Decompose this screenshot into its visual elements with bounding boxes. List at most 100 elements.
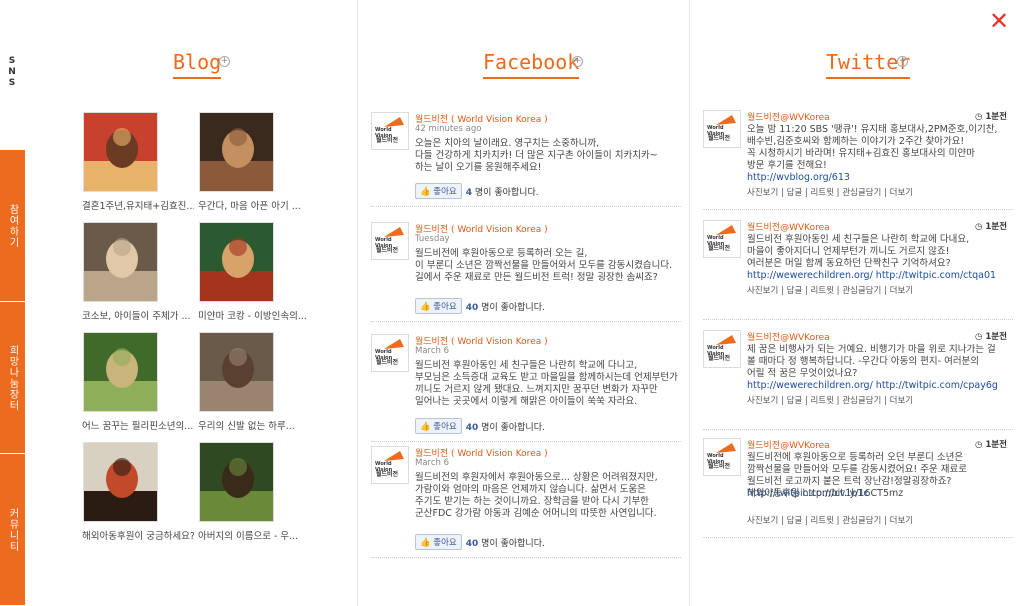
blog-more-icon[interactable]: + [219, 56, 230, 67]
tweet-actions: 사진보기 | 답글 | 리트윗 | 관심글담기 | 더보기 [747, 286, 914, 296]
tweet-link[interactable]: http://wvblog.org/613 [747, 172, 1009, 184]
post-time: 42 minutes ago [415, 124, 482, 134]
sidebar-tab-hope-market[interactable]: 희망나눔장터 [0, 302, 25, 454]
worldvision-logo: World Vision 월드비전 [371, 446, 409, 484]
tweet-link[interactable]: http://wewerechildren.org/ http://twitpi… [747, 380, 1009, 392]
blog-thumbnail[interactable] [199, 442, 274, 522]
worldvision-logo: World Vision 월드비전 [371, 222, 409, 260]
facebook-post: World Vision 월드비전 월드비전 ( World Vision Kor… [371, 334, 681, 442]
tweet-action[interactable]: 사진보기 [747, 286, 778, 296]
like-count: 40 명이 좋아합니다. [465, 538, 545, 549]
blog-caption[interactable]: 코소보, 아이들이 주체가 ... [82, 308, 194, 322]
tweet-action[interactable]: 사진보기 [747, 188, 778, 198]
tweet-action[interactable]: 사진보기 [747, 516, 778, 526]
worldvision-logo: World Vision 월드비전 [703, 110, 741, 148]
twitter-more-icon[interactable]: + [897, 56, 908, 67]
clock-icon: ◷ [975, 222, 983, 232]
like-row: 👍 좋아요 40 명이 좋아합니다. [415, 298, 545, 314]
tweet-action[interactable]: 더보기 [890, 286, 913, 296]
tweet-text: 월드비전 후원아동인 세 친구들은 나란히 학교에 다내요, 마을이 좋아지더니… [747, 234, 970, 269]
like-button[interactable]: 👍 좋아요 [415, 534, 462, 550]
like-row: 👍 좋아요 40 명이 좋아합니다. [415, 418, 545, 434]
tweet-actions: 사진보기 | 답글 | 리트윗 | 관심글담기 | 더보기 [747, 396, 914, 406]
sidebar-tab-community[interactable]: 커뮤니티 [0, 454, 25, 606]
close-icon[interactable]: ✕ [988, 9, 1010, 33]
blog-caption[interactable]: 아버지의 이름으로 - 우... [198, 528, 310, 542]
like-count: 40 명이 좋아합니다. [465, 422, 545, 433]
column-divider [689, 0, 690, 606]
tweet-action[interactable]: 사진보기 [747, 396, 778, 406]
post-time: March 6 [415, 346, 450, 356]
tweet-action[interactable]: 더보기 [890, 516, 913, 526]
blog-thumbnail[interactable] [199, 112, 274, 192]
tweet-actions: 사진보기 | 답글 | 리트윗 | 관심글담기 | 더보기 [747, 188, 914, 198]
blog-caption[interactable]: 어느 꿈꾸는 필리핀소년의... [82, 418, 194, 432]
post-text: 월드비전 후원아동인 세 친구들은 나란히 학교에 다니고, 부모님은 소득증대… [415, 360, 678, 407]
tweet-author[interactable]: 월드비전@WVKorea [747, 220, 830, 233]
like-row: 👍 좋아요 4 명이 좋아합니다. [415, 183, 539, 199]
blog-thumbnail[interactable] [83, 332, 158, 412]
tweet: World Vision 월드비전 월드비전@WVKorea ◷ 1분전 제 꿈은… [703, 330, 1013, 430]
like-button[interactable]: 👍 좋아요 [415, 183, 462, 199]
post-text: 오늘은 치아의 날이래요. 영구치는 소중하니까, 다들 건강하게 치카치카! … [415, 138, 658, 173]
facebook-more-icon[interactable]: + [572, 56, 583, 67]
tweet-text: 오늘 밤 11:20 SBS '땡큐'! 유지태 홍보대사,2PM준호,이기찬,… [747, 124, 998, 171]
tweet-author[interactable]: 월드비전@WVKorea [747, 330, 830, 343]
clock-icon: ◷ [975, 112, 983, 122]
like-button[interactable]: 👍 좋아요 [415, 418, 462, 434]
tweet-action[interactable]: 관심글담기 [842, 286, 881, 296]
clock-icon: ◷ [975, 332, 983, 342]
facebook-post: World Vision 월드비전 월드비전 ( World Vision Kor… [371, 112, 681, 207]
tweet-action[interactable]: 관심글담기 [842, 188, 881, 198]
tweet-action[interactable]: 더보기 [890, 396, 913, 406]
tweet-action[interactable]: 리트윗 [810, 188, 833, 198]
tweet-action[interactable]: 답글 [787, 516, 803, 526]
tweet-extra[interactable]: 해외아동후원 http://bit.ly/16CT5mz [747, 488, 1009, 500]
worldvision-logo: World Vision 월드비전 [703, 220, 741, 258]
tweet-time: ◷ 1분전 [975, 222, 1007, 232]
post-text: 월드비전에 후원아동으로 등록하러 오는 길, 이 부룬디 소년은 깜짝선물을 … [415, 248, 673, 283]
facebook-post: World Vision 월드비전 월드비전 ( World Vision Kor… [371, 446, 681, 558]
blog-thumbnail[interactable] [83, 112, 158, 192]
tweet: World Vision 월드비전 월드비전@WVKorea ◷ 1분전 월드비전… [703, 438, 1013, 538]
like-count: 4 명이 좋아합니다. [465, 187, 539, 198]
blog-caption[interactable]: 우리의 신발 없는 하루... [198, 418, 310, 432]
blog-thumbnail[interactable] [83, 222, 158, 302]
tweet-author[interactable]: 월드비전@WVKorea [747, 438, 830, 451]
sidebar-tab-participate[interactable]: 참여하기 [0, 150, 25, 302]
tweet-actions: 사진보기 | 답글 | 리트윗 | 관심글담기 | 더보기 [747, 516, 914, 526]
blog-thumbnail[interactable] [199, 332, 274, 412]
blog-caption[interactable]: 해외아동후원이 궁금하세요? [82, 528, 194, 542]
worldvision-logo: World Vision 월드비전 [703, 330, 741, 368]
like-button[interactable]: 👍 좋아요 [415, 298, 462, 314]
tweet-action[interactable]: 더보기 [890, 188, 913, 198]
blog-caption[interactable]: 미얀마 코캉 - 이방인속의... [198, 308, 310, 322]
blog-title[interactable]: Blog [173, 50, 222, 79]
tweet-action[interactable]: 답글 [787, 286, 803, 296]
worldvision-logo: World Vision 월드비전 [371, 334, 409, 372]
tweet-time: ◷ 1분전 [975, 440, 1007, 450]
post-time: Tuesday [415, 234, 450, 244]
facebook-post: World Vision 월드비전 월드비전 ( World Vision Kor… [371, 222, 681, 322]
tweet-action[interactable]: 리트윗 [810, 516, 833, 526]
tweet-action[interactable]: 관심글담기 [842, 396, 881, 406]
worldvision-logo: World Vision 월드비전 [703, 438, 741, 476]
tweet-action[interactable]: 리트윗 [810, 286, 833, 296]
tweet-link[interactable]: http://wewerechildren.org/ http://twitpi… [747, 270, 1009, 282]
blog-thumbnail[interactable] [83, 442, 158, 522]
tweet-time: ◷ 1분전 [975, 332, 1007, 342]
blog-caption[interactable]: 결혼1주년,유지태+김효진... [82, 198, 194, 212]
facebook-title[interactable]: Facebook [483, 50, 580, 79]
tweet-action[interactable]: 관심글담기 [842, 516, 881, 526]
sns-label: SNS [8, 56, 17, 88]
tweet-action[interactable]: 리트윗 [810, 396, 833, 406]
tweet-action[interactable]: 답글 [787, 188, 803, 198]
blog-caption[interactable]: 우간다, 마음 아픈 아기 ... [198, 198, 310, 212]
worldvision-logo: World Vision 월드비전 [371, 112, 409, 150]
blog-thumbnail[interactable] [199, 222, 274, 302]
tweet-text: 월드비전에 후원아동으로 등록하러 오던 부룬디 소년은 깜짝선물을 만들어와 … [747, 452, 967, 487]
tweet-author[interactable]: 월드비전@WVKorea [747, 110, 830, 123]
tweet-text: 제 꿈은 비행사가 되는 거예요. 비행기가 마을 위로 지나가는 걸 볼 때마… [747, 344, 996, 379]
tweet-action[interactable]: 답글 [787, 396, 803, 406]
tweet: World Vision 월드비전 월드비전@WVKorea ◷ 1분전 오늘 밤… [703, 110, 1013, 210]
